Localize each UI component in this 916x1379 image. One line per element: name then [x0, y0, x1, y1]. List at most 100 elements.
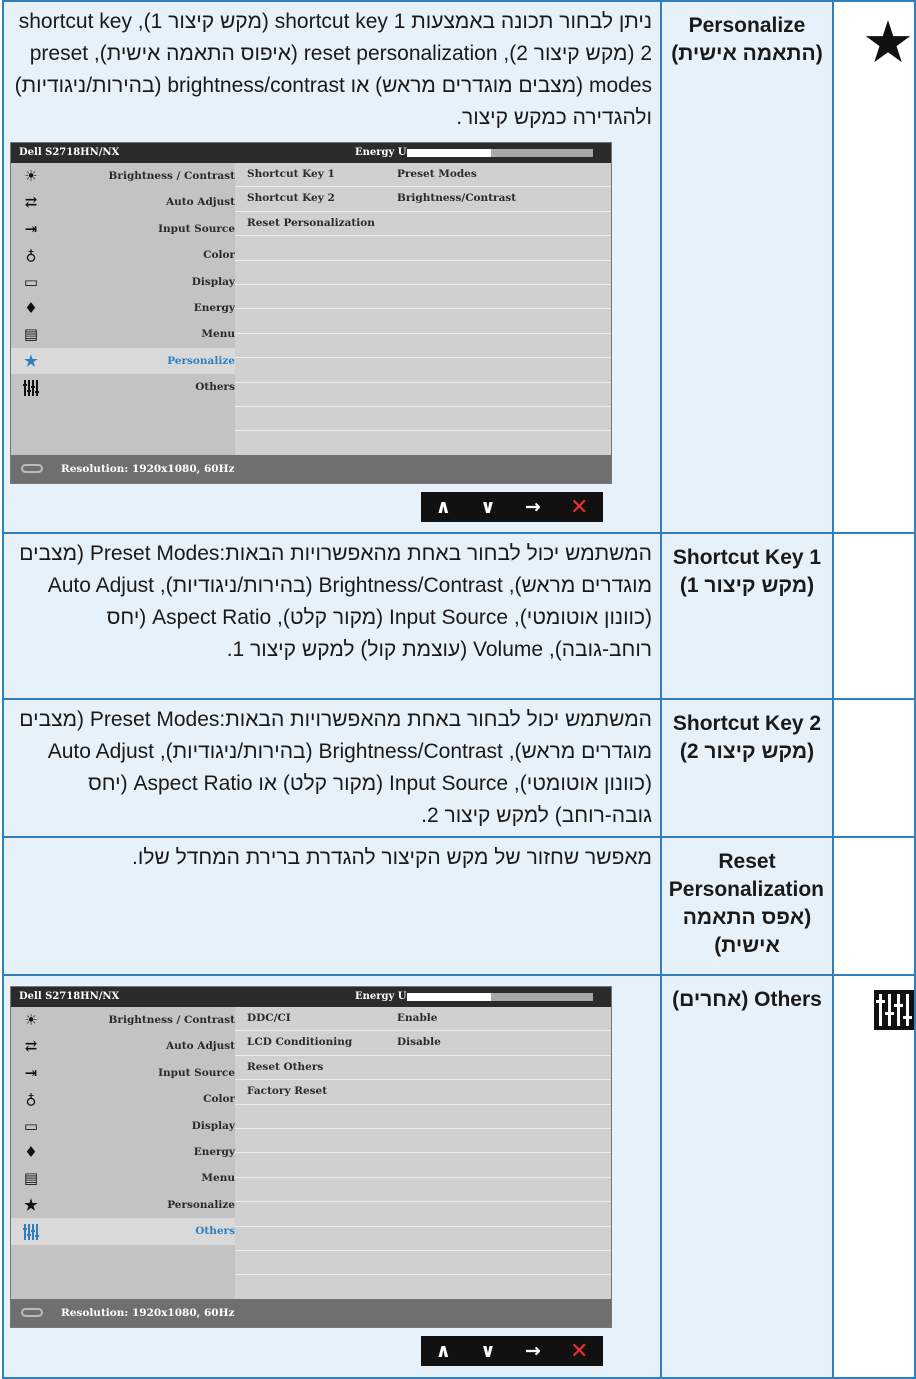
setting-name: Shortcut Key 1 (מקש קיצור 1) — [662, 534, 832, 600]
nav-exit-icon[interactable]: ✕ — [570, 495, 588, 520]
energy-use-fill — [407, 993, 491, 1001]
osd-submenu-row — [235, 261, 611, 285]
osd-menu-item-others[interactable]: Others — [11, 1218, 235, 1245]
osd-menu-item-color[interactable]: ♁ Color — [11, 242, 235, 268]
osd-submenu-row — [235, 236, 611, 261]
osd-submenu-label: Shortcut Key 2 — [247, 192, 335, 205]
osd-menu-item-menu[interactable]: ▤ Menu — [11, 1165, 235, 1191]
others-equalizer-icon — [21, 378, 41, 397]
setting-name: Personalize (התאמה אישית) — [662, 2, 832, 68]
table-row-others: Others (אחרים) Dell S2718HN/NX Energy Use… — [2, 974, 916, 1379]
osd-submenu-row[interactable]: Reset Personalization — [235, 212, 611, 237]
name-cell: Others (אחרים) — [660, 974, 834, 1379]
description-cell: המשתמש יכול לבחור באחת מהאפשרויות הבאות:… — [2, 532, 662, 700]
osd-menu-item-auto-adjust[interactable]: ⇄ Auto Adjust — [11, 1033, 235, 1059]
osd-menu-item-energy[interactable]: ♦ Energy — [11, 295, 235, 321]
input-source-icon: ⇥ — [24, 219, 38, 238]
osd-submenu-row[interactable]: Reset Others — [235, 1056, 611, 1081]
osd-submenu-row[interactable]: Factory Reset — [235, 1080, 611, 1105]
osd-status-bar: Resolution: 1920x1080, 60Hz — [11, 455, 611, 483]
setting-name-he: (מקש קיצור 2) — [679, 740, 815, 763]
name-cell: Personalize (התאמה אישית) — [660, 0, 834, 534]
osd-menu-label: Energy — [193, 301, 235, 314]
setting-name-he: (התאמה אישית) — [671, 42, 823, 65]
osd-screenshot-personalize: Dell S2718HN/NX Energy Use ☀ Brightness / C… — [4, 136, 660, 532]
energy-icon: ♦ — [24, 298, 38, 317]
osd-menu-item-brightness-contrast[interactable]: ☀ Brightness / Contrast — [11, 1007, 235, 1033]
osd-submenu-value: Enable — [397, 1012, 438, 1024]
auto-adjust-icon: ⇄ — [24, 193, 38, 212]
osd-menu-item-auto-adjust[interactable]: ⇄ Auto Adjust — [11, 189, 235, 215]
icon-cell — [832, 698, 916, 838]
osd-menu-item-display[interactable]: ▭ Display — [11, 269, 235, 295]
osd-menu-item-others[interactable]: Others — [11, 374, 235, 400]
osd-menu-item-brightness-contrast[interactable]: ☀ Brightness / Contrast — [11, 163, 235, 189]
osd-submenu-row — [235, 285, 611, 310]
osd-menu-item-personalize[interactable]: ★ Personalize — [11, 1192, 235, 1218]
osd-menu-label: Display — [191, 1119, 235, 1132]
document-page: ★ Personalize (התאמה אישית) ניתן לבחור ת… — [0, 0, 916, 1379]
osd-submenu-row — [235, 1251, 611, 1276]
osd-submenu-row — [235, 1178, 611, 1203]
osd-menu-label: Color — [203, 249, 235, 262]
nav-enter-icon[interactable]: → — [525, 496, 541, 518]
setting-name-he: (מקש קיצור 1) — [679, 574, 815, 597]
osd-menu-item-color[interactable]: ♁ Color — [11, 1086, 235, 1112]
osd-submenu-row[interactable]: Shortcut Key 2 Brightness/Contrast — [235, 187, 611, 212]
setting-description: המשתמש יכול לבחור באחת מהאפשרויות הבאות:… — [19, 708, 652, 827]
osd-menu-label: Menu — [201, 328, 235, 341]
setting-name-en: Shortcut Key 2 — [672, 712, 822, 735]
osd-menu-item-input-source[interactable]: ⇥ Input Source — [11, 1060, 235, 1086]
osd-submenu-row[interactable]: LCD Conditioning Disable — [235, 1031, 611, 1056]
osd-menu-window: Dell S2718HN/NX Energy Use ☀ Brightness / C… — [10, 986, 612, 1328]
personalize-settings-table: ★ Personalize (התאמה אישית) ניתן לבחור ת… — [2, 0, 916, 1379]
star-icon: ★ — [24, 351, 38, 370]
star-icon: ★ — [862, 10, 914, 75]
display-icon: ▭ — [23, 272, 39, 291]
osd-submenu-value: Disable — [397, 1036, 441, 1049]
energy-use-meter — [407, 149, 593, 157]
osd-submenu-row[interactable]: DDC/CI Enable — [235, 1007, 611, 1032]
osd-submenu-row — [235, 383, 611, 407]
osd-menu-item-energy[interactable]: ♦ Energy — [11, 1139, 235, 1165]
table-row-reset-personalization: Reset Personalization (אפס התאמה אישית) … — [2, 836, 916, 976]
setting-name: Others (אחרים) — [672, 988, 822, 1011]
osd-menu-label: Others — [195, 381, 235, 394]
osd-submenu-row[interactable]: Shortcut Key 1 Preset Modes — [235, 163, 611, 188]
osd-submenu: Shortcut Key 1 Preset Modes Shortcut Key 2… — [235, 163, 611, 456]
setting-name-en: Reset Personalization — [668, 850, 824, 901]
table-row-shortcut-key-1: Shortcut Key 1 (מקש קיצור 1) המשתמש יכול… — [2, 532, 916, 700]
nav-up-icon[interactable]: ∧ — [436, 496, 451, 518]
setting-name-en: Personalize — [688, 14, 806, 37]
color-icon: ♁ — [25, 1090, 37, 1109]
brightness-icon: ☀ — [24, 167, 38, 185]
setting-description: ניתן לבחור תכונה באמצעות shortcut key 1 … — [14, 10, 652, 129]
osd-menu-item-display[interactable]: ▭ Display — [11, 1113, 235, 1139]
osd-submenu-row — [235, 1227, 611, 1251]
osd-menu-label: Color — [203, 1093, 235, 1106]
nav-enter-icon[interactable]: → — [525, 1340, 541, 1362]
osd-menu-item-input-source[interactable]: ⇥ Input Source — [11, 216, 235, 242]
osd-menu-label: Auto Adjust — [166, 196, 235, 209]
icon-cell — [832, 974, 916, 1379]
nav-down-icon[interactable]: ∨ — [480, 1340, 495, 1362]
osd-submenu-row — [235, 431, 611, 456]
nav-exit-icon[interactable]: ✕ — [570, 1339, 588, 1364]
osd-submenu-row — [235, 334, 611, 359]
osd-menu-item-personalize[interactable]: ★ Personalize — [11, 347, 235, 375]
osd-submenu: DDC/CI Enable LCD Conditioning Disable Reset… — [235, 1007, 611, 1300]
osd-menu-item-menu[interactable]: ▤ Menu — [11, 321, 235, 347]
setting-name: Shortcut Key 2 (מקש קיצור 2) — [662, 700, 832, 766]
nav-up-icon[interactable]: ∧ — [436, 1340, 451, 1362]
osd-submenu-row — [235, 1153, 611, 1178]
osd-submenu-label: DDC/CI — [247, 1012, 291, 1024]
setting-description: מאפשר שחזור של מקש הקיצור להגדרת ברירת ה… — [132, 846, 652, 869]
brightness-icon: ☀ — [24, 1011, 38, 1029]
nav-down-icon[interactable]: ∨ — [480, 496, 495, 518]
osd-menu-label: Personalize — [167, 354, 235, 367]
display-icon: ▭ — [23, 1116, 39, 1135]
star-icon: ★ — [24, 1195, 38, 1214]
osd-title-bar: Dell S2718HN/NX Energy Use — [11, 987, 611, 1007]
osd-submenu-label: Shortcut Key 1 — [247, 168, 335, 180]
osd-submenu-row — [235, 309, 611, 334]
